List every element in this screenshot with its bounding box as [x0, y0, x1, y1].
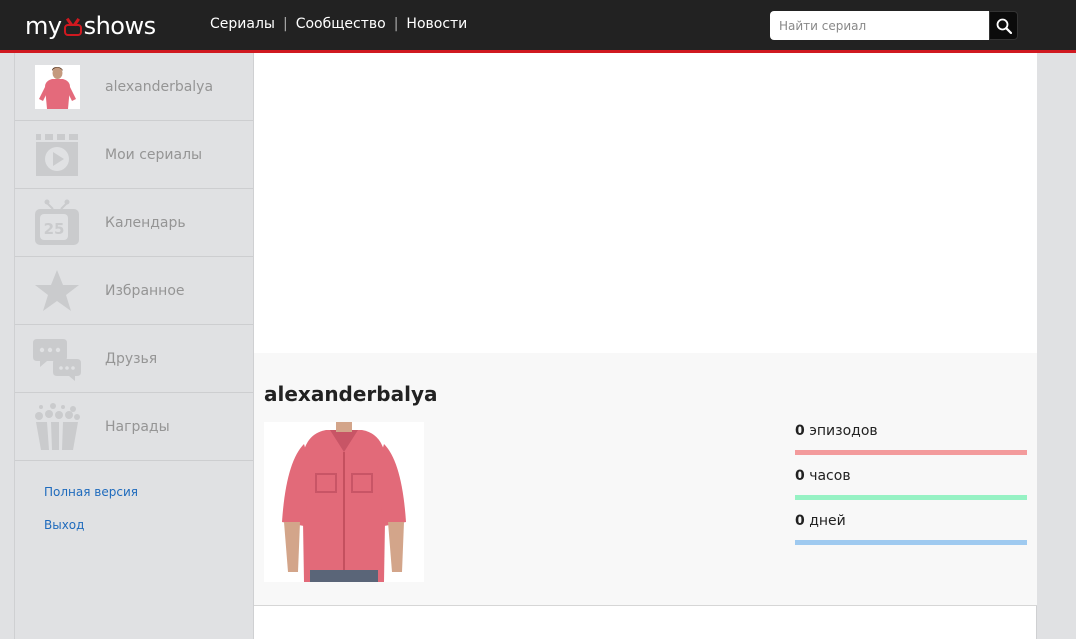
stat-days: 0 дней [795, 513, 1027, 558]
play-film-icon [36, 134, 78, 176]
stat-value: 0 [795, 468, 805, 484]
sidebar-item-awards[interactable]: Награды [15, 393, 253, 461]
sidebar-item-friends[interactable]: Друзья [15, 325, 253, 393]
profile-card: alexanderbalya 0 эпизодов 0 часов 0 дней [254, 353, 1037, 606]
top-bar: my shows Сериалы | Сообщество | Новости [0, 0, 1076, 50]
tv-icon [63, 18, 83, 36]
profile-photo [264, 422, 424, 582]
banner-area [254, 53, 1037, 353]
sidebar: alexanderbalya Мои сериалы 25 Календарь [14, 53, 254, 639]
logout-link[interactable]: Выход [44, 518, 253, 532]
sidebar-item-calendar[interactable]: 25 Календарь [15, 189, 253, 257]
chat-bubbles-icon [33, 339, 81, 381]
main-content: alexanderbalya 0 эпизодов 0 часов 0 дней [254, 53, 1037, 639]
calendar-badge: 25 [44, 220, 65, 238]
sidebar-item-label: Мои сериалы [105, 147, 203, 163]
sidebar-item-favorites[interactable]: Избранное [15, 257, 253, 325]
calendar-icon: 25 [35, 199, 79, 245]
stat-hours: 0 часов [795, 468, 1027, 513]
stat-bar [795, 450, 1027, 455]
sidebar-item-label: Друзья [105, 351, 158, 367]
sidebar-item-my-series[interactable]: Мои сериалы [15, 121, 253, 189]
stat-value: 0 [795, 423, 805, 439]
logo-text-right: shows [83, 12, 157, 40]
nav-separator: | [393, 16, 399, 32]
logo-text-left: my [25, 12, 62, 40]
profile-name: alexanderbalya [264, 382, 438, 406]
avatar [35, 65, 80, 109]
nav-series[interactable]: Сериалы [210, 16, 275, 32]
search-box [770, 11, 1018, 40]
stat-bar [795, 540, 1027, 545]
stat-label: часов [809, 468, 851, 484]
sidebar-item-label: Награды [105, 419, 170, 435]
stat-label: эпизодов [809, 423, 878, 439]
stat-label: дней [809, 513, 846, 529]
search-button[interactable] [989, 11, 1018, 40]
full-version-link[interactable]: Полная версия [44, 485, 253, 499]
star-icon [35, 270, 79, 311]
sidebar-item-profile[interactable]: alexanderbalya [15, 53, 253, 121]
sidebar-links: Полная версия Выход [15, 461, 253, 532]
search-input[interactable] [770, 11, 990, 40]
nav-separator: | [282, 16, 288, 32]
top-nav: Сериалы | Сообщество | Новости [210, 16, 467, 32]
stats-panel: 0 эпизодов 0 часов 0 дней [795, 423, 1027, 558]
sidebar-item-label: Календарь [105, 215, 186, 231]
sidebar-item-label: alexanderbalya [105, 79, 214, 95]
logo[interactable]: my shows [25, 8, 156, 40]
stat-episodes: 0 эпизодов [795, 423, 1027, 468]
stat-bar [795, 495, 1027, 500]
nav-news[interactable]: Новости [406, 16, 467, 32]
stat-value: 0 [795, 513, 805, 529]
search-icon [996, 18, 1012, 34]
popcorn-icon [35, 403, 80, 450]
nav-community[interactable]: Сообщество [296, 16, 386, 32]
sidebar-item-label: Избранное [105, 283, 185, 299]
